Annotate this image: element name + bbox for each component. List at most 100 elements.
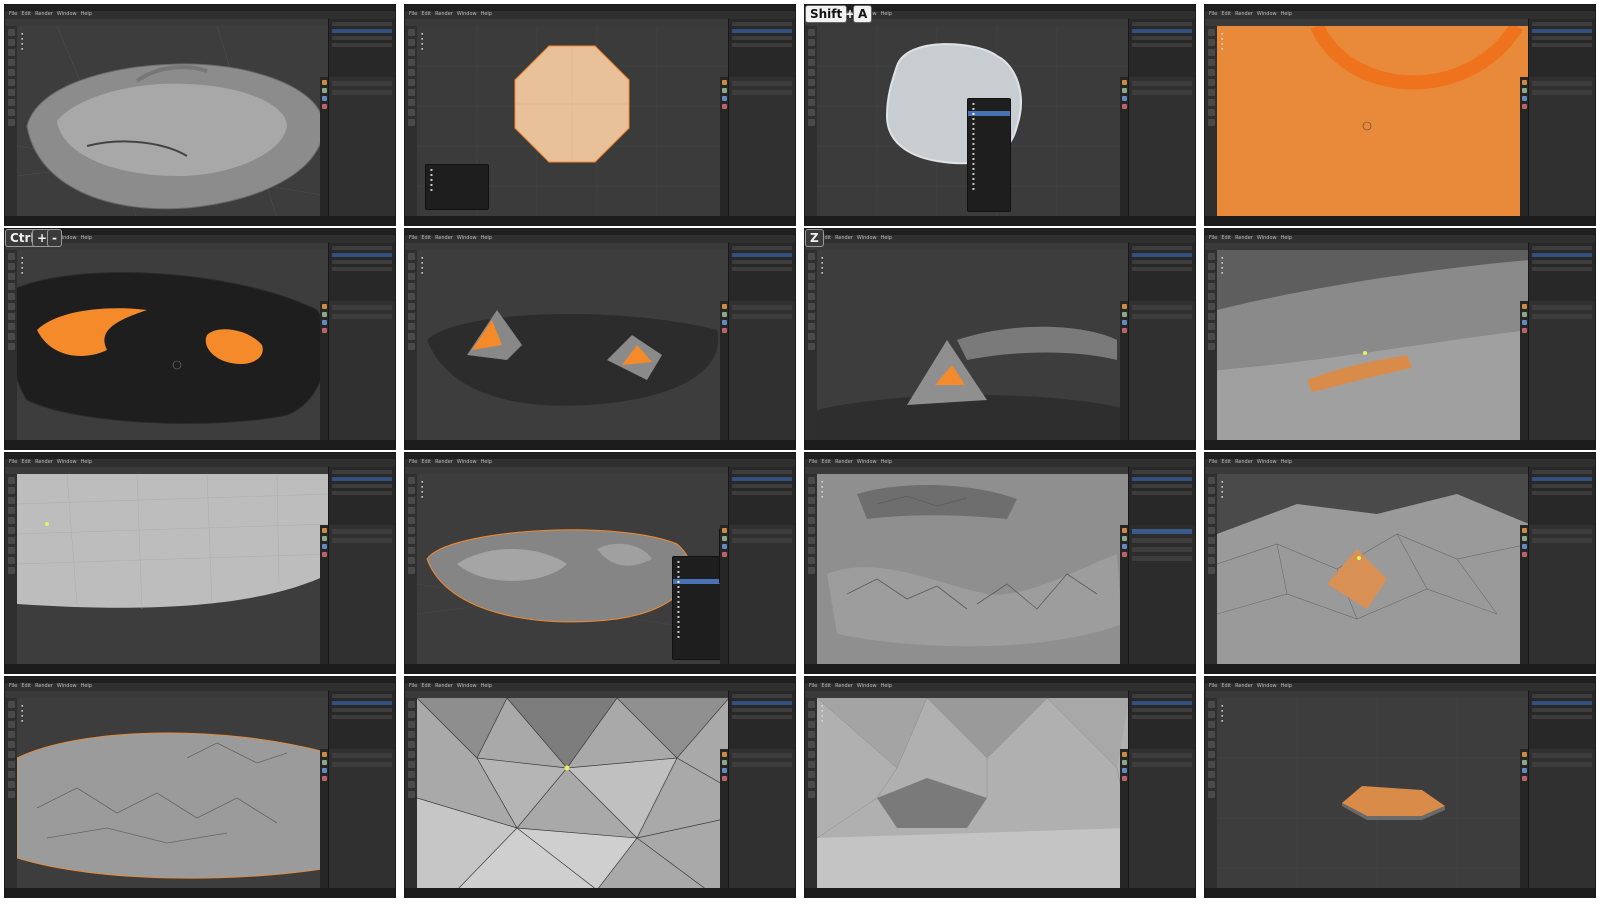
menu-render[interactable]: Render <box>835 683 853 689</box>
menu-file[interactable]: File <box>409 683 417 689</box>
menu-render[interactable]: Render <box>35 459 53 465</box>
menu-window[interactable]: Window <box>857 235 877 241</box>
menu-render[interactable]: Render <box>435 235 453 241</box>
properties-panel[interactable] <box>1120 525 1195 664</box>
menu-help[interactable]: Help <box>481 459 492 465</box>
menu-file[interactable]: File <box>9 459 17 465</box>
menu-window[interactable]: Window <box>457 683 477 689</box>
properties-panel[interactable] <box>320 749 395 888</box>
properties-panel[interactable] <box>1520 749 1595 888</box>
tool-bar[interactable] <box>5 474 17 664</box>
tool-bar[interactable] <box>405 26 417 216</box>
menu-help[interactable]: Help <box>81 11 92 17</box>
properties-panel[interactable] <box>320 301 395 440</box>
outliner[interactable] <box>728 243 795 301</box>
outliner[interactable] <box>1128 467 1195 525</box>
menu-window[interactable]: Window <box>1257 235 1277 241</box>
menu-edit[interactable]: Edit <box>421 11 431 17</box>
viewport[interactable] <box>17 250 329 440</box>
outliner[interactable] <box>328 243 395 301</box>
menu-help[interactable]: Help <box>1281 459 1292 465</box>
menu-help[interactable]: Help <box>1281 235 1292 241</box>
outliner[interactable] <box>728 467 795 525</box>
viewport[interactable] <box>17 26 329 216</box>
outliner[interactable] <box>1528 19 1595 77</box>
viewport[interactable]: ▪ ▪ ▪ ▪ ▪ <box>417 26 729 216</box>
menu-file[interactable]: File <box>809 459 817 465</box>
menu-help[interactable]: Help <box>481 235 492 241</box>
viewport[interactable]: ▪▪▪▪▪▪▪▪▪▪▪▪▪▪▪▪ ▪▪▪▪▪▪▪ <box>417 474 729 664</box>
menu-file[interactable]: File <box>409 459 417 465</box>
tool-bar[interactable] <box>805 698 817 888</box>
properties-panel[interactable] <box>720 525 795 664</box>
viewport[interactable] <box>817 698 1129 888</box>
properties-panel[interactable] <box>720 301 795 440</box>
tool-bar[interactable] <box>1205 26 1217 216</box>
outliner[interactable] <box>1528 691 1595 749</box>
outliner[interactable] <box>1528 243 1595 301</box>
properties-panel[interactable] <box>720 77 795 216</box>
outliner[interactable] <box>728 691 795 749</box>
menu-help[interactable]: Help <box>481 11 492 17</box>
menu-help[interactable]: Help <box>881 11 892 17</box>
tool-bar[interactable] <box>805 26 817 216</box>
tool-bar[interactable] <box>5 698 17 888</box>
menu-file[interactable]: File <box>1209 235 1217 241</box>
viewport[interactable] <box>17 474 329 664</box>
outliner[interactable] <box>328 691 395 749</box>
menu-window[interactable]: Window <box>857 459 877 465</box>
menu-render[interactable]: Render <box>1235 459 1253 465</box>
menu-render[interactable]: Render <box>35 683 53 689</box>
menu-render[interactable]: Render <box>835 235 853 241</box>
menu-edit[interactable]: Edit <box>421 459 431 465</box>
menu-file[interactable]: File <box>1209 459 1217 465</box>
tool-bar[interactable] <box>1205 474 1217 664</box>
add-menu[interactable]: ▪ ▪ ▪ ▪ ▪ ▪ ▪ ▪ ▪ ▪ ▪ ▪ ▪ ▪ ▪ ▪ ▪ ▪ <box>967 98 1011 212</box>
menu-edit[interactable]: Edit <box>1221 459 1231 465</box>
outliner[interactable] <box>1128 19 1195 77</box>
tool-bar[interactable] <box>805 474 817 664</box>
menu-help[interactable]: Help <box>481 683 492 689</box>
menu-help[interactable]: Help <box>881 235 892 241</box>
menu-help[interactable]: Help <box>1281 683 1292 689</box>
viewport[interactable] <box>417 698 729 888</box>
menu-edit[interactable]: Edit <box>21 683 31 689</box>
properties-panel[interactable] <box>1520 301 1595 440</box>
menu-edit[interactable]: Edit <box>821 683 831 689</box>
menu-help[interactable]: Help <box>81 683 92 689</box>
menu-edit[interactable]: Edit <box>821 459 831 465</box>
menu-render[interactable]: Render <box>1235 683 1253 689</box>
menu-help[interactable]: Help <box>81 235 92 241</box>
properties-panel[interactable] <box>1120 749 1195 888</box>
properties-panel[interactable] <box>320 77 395 216</box>
viewport[interactable] <box>417 250 729 440</box>
menu-render[interactable]: Render <box>35 11 53 17</box>
properties-panel[interactable] <box>1520 525 1595 664</box>
outliner[interactable] <box>1128 243 1195 301</box>
menu-file[interactable]: File <box>409 235 417 241</box>
menu-window[interactable]: Window <box>1257 683 1277 689</box>
menu-render[interactable]: Render <box>435 459 453 465</box>
tool-bar[interactable] <box>1205 698 1217 888</box>
menu-window[interactable]: Window <box>1257 11 1277 17</box>
viewport[interactable] <box>817 250 1129 440</box>
menu-window[interactable]: Window <box>857 683 877 689</box>
outliner[interactable] <box>1528 467 1595 525</box>
menu-help[interactable]: Help <box>1281 11 1292 17</box>
viewport[interactable]: ▪ ▪ ▪ ▪ ▪ ▪ ▪ ▪ ▪ ▪ ▪ ▪ ▪ ▪ ▪ ▪ ▪ ▪ <box>817 26 1129 216</box>
menu-help[interactable]: Help <box>81 459 92 465</box>
menu-file[interactable]: File <box>1209 11 1217 17</box>
properties-panel[interactable] <box>720 749 795 888</box>
modifier-menu[interactable]: ▪ ▪ ▪ ▪ ▪ ▪ ▪ ▪ ▪ ▪ ▪ ▪ ▪ ▪ ▪ ▪ <box>672 556 722 660</box>
outliner[interactable] <box>328 19 395 77</box>
viewport[interactable] <box>17 698 329 888</box>
menu-window[interactable]: Window <box>457 459 477 465</box>
viewport[interactable] <box>1217 250 1529 440</box>
menu-help[interactable]: Help <box>881 459 892 465</box>
tool-bar[interactable] <box>405 474 417 664</box>
menu-window[interactable]: Window <box>457 235 477 241</box>
menu-edit[interactable]: Edit <box>1221 235 1231 241</box>
properties-panel[interactable] <box>320 525 395 664</box>
menu-window[interactable]: Window <box>457 11 477 17</box>
menu-edit[interactable]: Edit <box>21 459 31 465</box>
